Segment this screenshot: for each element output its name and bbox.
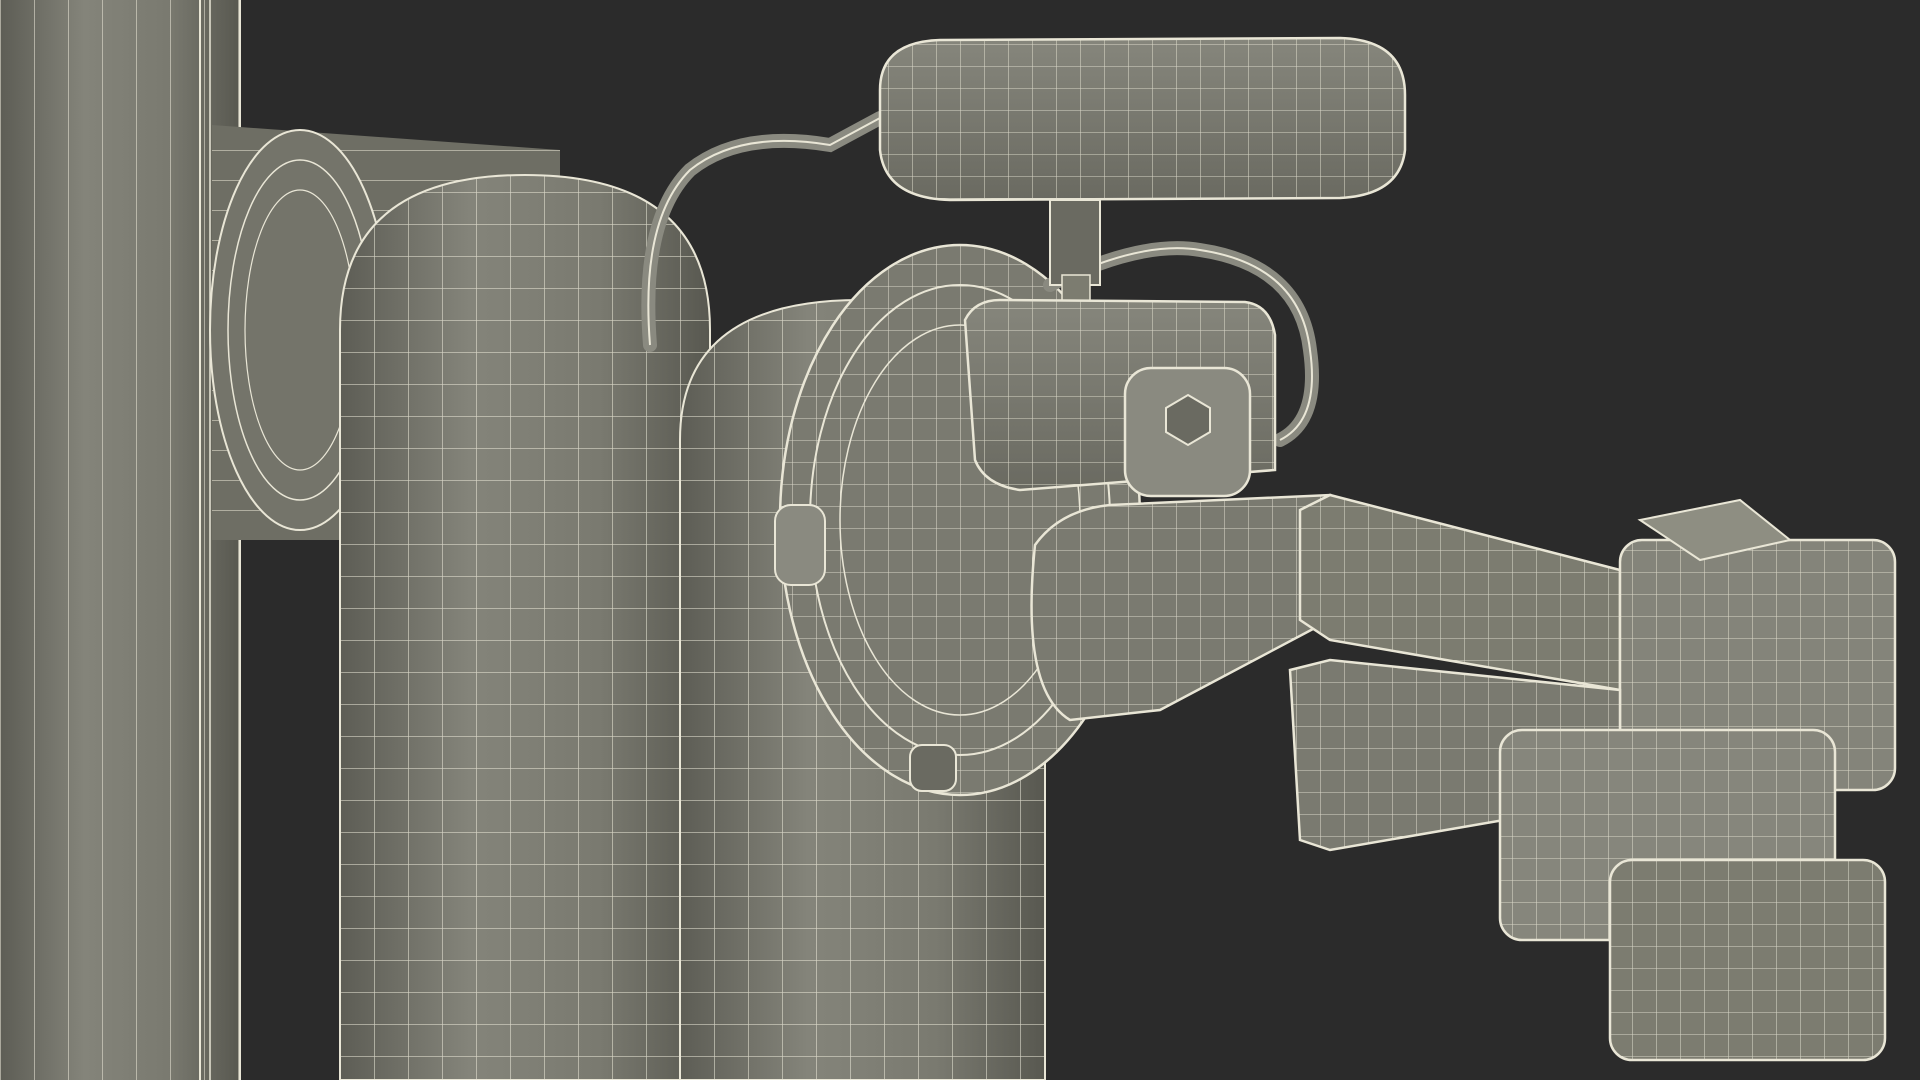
sensor-mount-stem xyxy=(1049,199,1101,286)
wrist-block xyxy=(963,298,1277,498)
left-column xyxy=(0,0,241,1080)
bolt-left xyxy=(774,504,826,586)
bolt-bottom xyxy=(909,744,957,792)
wireframe-render xyxy=(0,0,1920,1080)
render-viewport xyxy=(0,0,1920,1080)
